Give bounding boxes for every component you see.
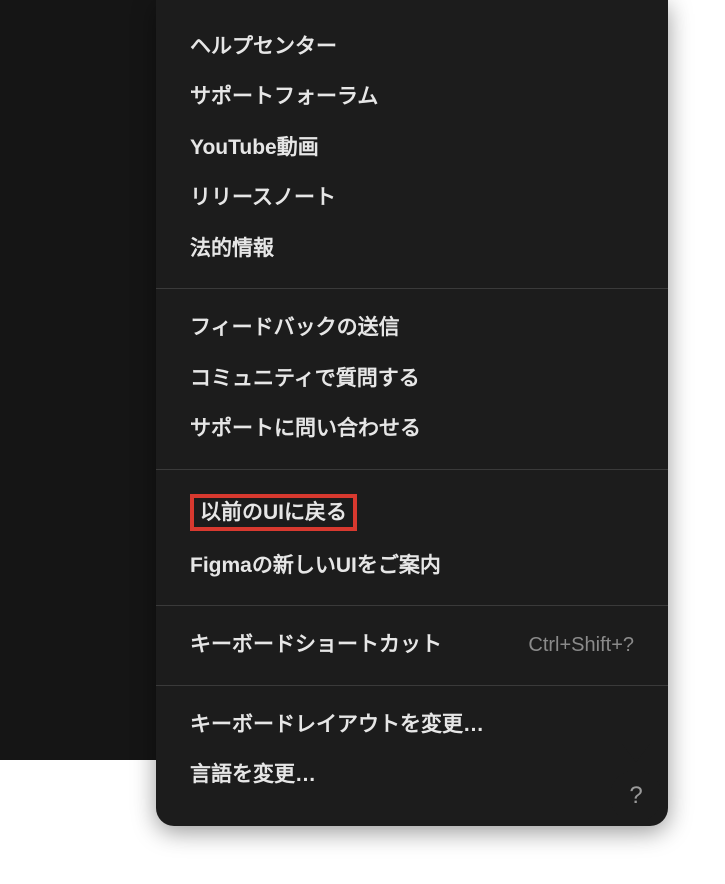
menu-item-legal-info[interactable]: 法的情報: [156, 224, 668, 274]
menu-item-youtube-videos[interactable]: YouTube動画: [156, 123, 668, 173]
menu-item-contact-support[interactable]: サポートに問い合わせる: [156, 404, 668, 454]
menu-item-label: 法的情報: [190, 234, 274, 264]
menu-item-label: コミュニティで質問する: [190, 364, 420, 394]
menu-item-label: YouTube動画: [190, 133, 319, 163]
menu-item-back-to-old-ui[interactable]: 以前のUIに戻る: [156, 484, 668, 541]
menu-divider: [156, 605, 668, 606]
menu-item-label: キーボードレイアウトを変更…: [190, 710, 484, 740]
menu-item-shortcut: Ctrl+Shift+?: [528, 631, 634, 660]
menu-item-label: Figmaの新しいUIをご案内: [190, 551, 441, 581]
menu-item-release-notes[interactable]: リリースノート: [156, 173, 668, 223]
menu-divider: [156, 685, 668, 686]
menu-item-label: サポートに問い合わせる: [190, 414, 421, 444]
menu-item-label: リリースノート: [190, 183, 336, 213]
menu-item-label: サポートフォーラム: [190, 82, 378, 112]
menu-item-keyboard-shortcuts[interactable]: キーボードショートカット Ctrl+Shift+?: [156, 620, 668, 670]
menu-item-new-ui-tour[interactable]: Figmaの新しいUIをご案内: [156, 541, 668, 591]
menu-item-help-center[interactable]: ヘルプセンター: [156, 22, 668, 72]
menu-item-label: キーボードショートカット: [190, 630, 442, 660]
menu-item-change-language[interactable]: 言語を変更…: [156, 750, 668, 800]
menu-item-label: フィードバックの送信: [190, 313, 400, 343]
menu-item-label: ヘルプセンター: [190, 32, 337, 62]
help-icon: ?: [629, 782, 642, 810]
menu-item-change-keyboard-layout[interactable]: キーボードレイアウトを変更…: [156, 700, 668, 750]
help-button[interactable]: ?: [610, 770, 662, 822]
menu-item-label-highlighted: 以前のUIに戻る: [190, 494, 357, 531]
menu-divider: [156, 288, 668, 289]
popover-pointer-icon: [622, 744, 650, 762]
menu-item-send-feedback[interactable]: フィードバックの送信: [156, 303, 668, 353]
menu-divider: [156, 469, 668, 470]
menu-item-support-forum[interactable]: サポートフォーラム: [156, 72, 668, 122]
help-menu-popover: ヘルプセンター サポートフォーラム YouTube動画 リリースノート 法的情報…: [156, 0, 668, 826]
menu-item-ask-community[interactable]: コミュニティで質問する: [156, 354, 668, 404]
menu-item-label: 言語を変更…: [190, 760, 316, 790]
